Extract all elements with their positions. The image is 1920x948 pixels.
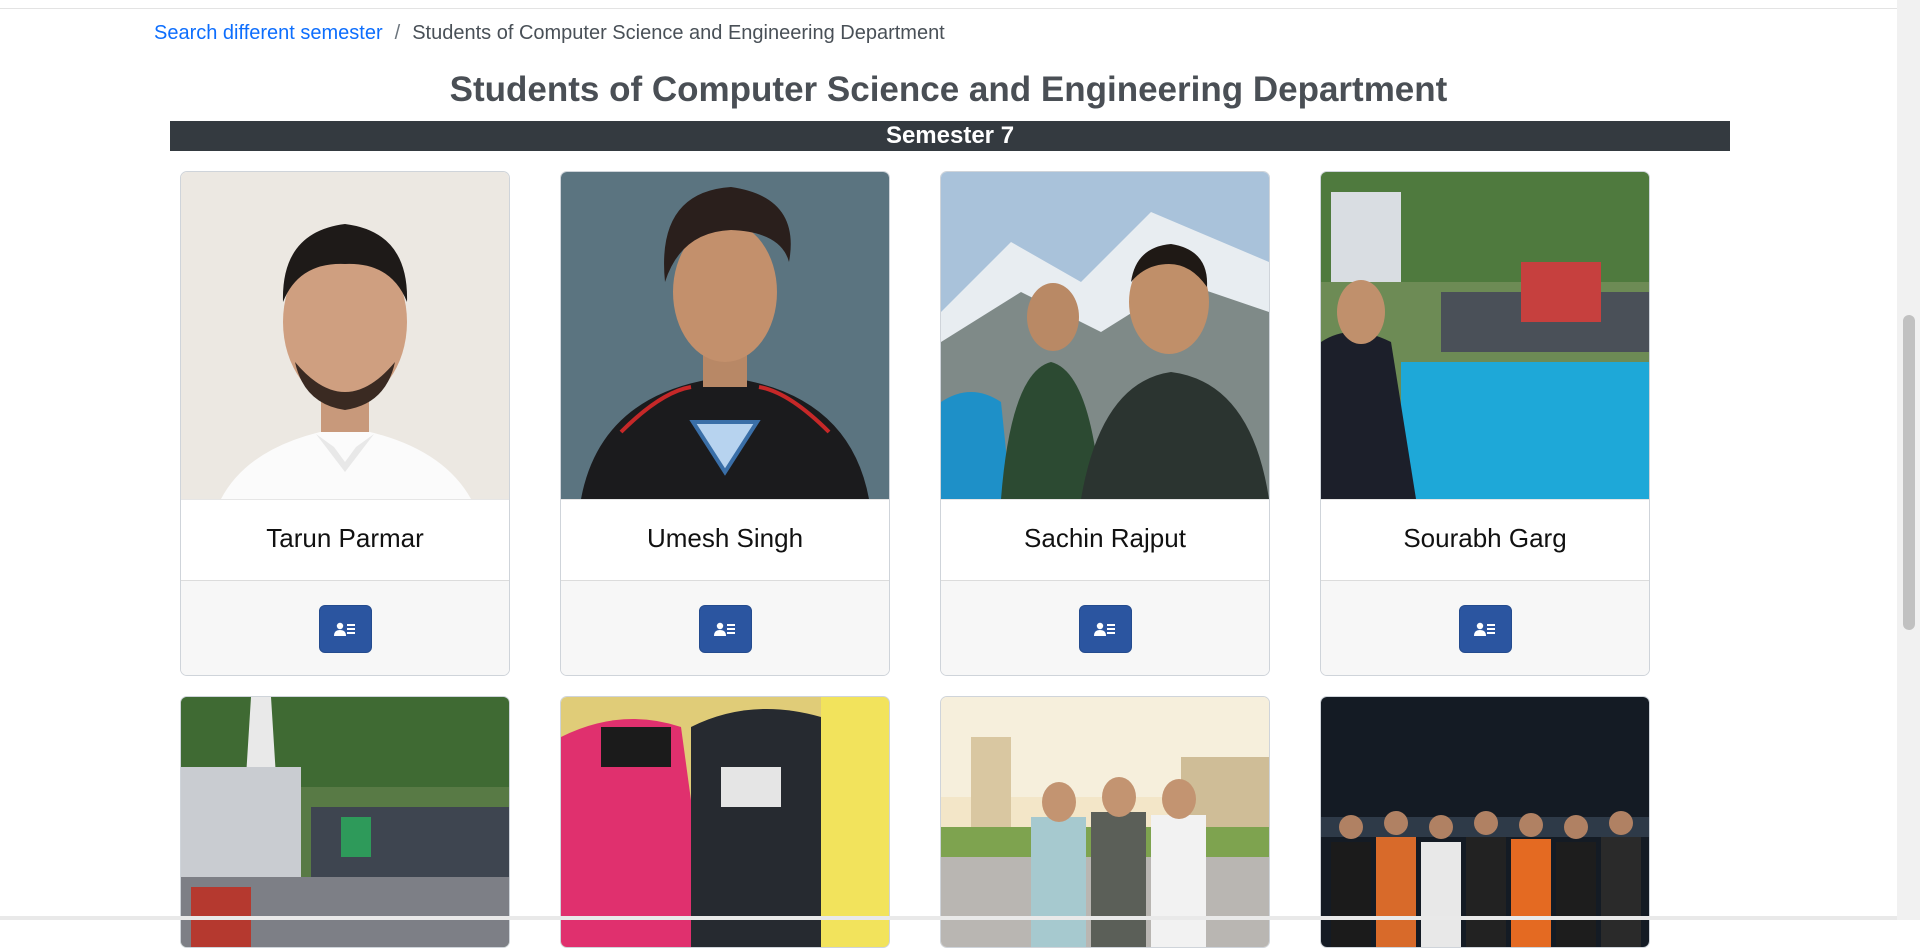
student-card — [940, 696, 1270, 948]
bottom-edge — [0, 916, 1897, 920]
breadcrumb-link-search-semester[interactable]: Search different semester — [154, 22, 383, 45]
view-profile-button[interactable] — [318, 604, 372, 653]
student-card — [180, 696, 510, 948]
student-card — [560, 696, 890, 948]
profile-card-icon — [714, 622, 735, 636]
student-name: Tarun Parmar — [181, 499, 509, 581]
student-card: Tarun Parmar — [180, 171, 510, 676]
view-profile-button[interactable] — [1458, 604, 1512, 653]
student-name: Sachin Rajput — [941, 499, 1269, 581]
student-name: Sourabh Garg — [1321, 499, 1649, 581]
page-title: Students of Computer Science and Enginee… — [449, 70, 1448, 109]
student-photo — [181, 172, 509, 499]
student-photo — [561, 172, 889, 499]
student-name: Umesh Singh — [561, 499, 889, 581]
profile-card-icon — [1094, 622, 1115, 636]
card-footer — [941, 581, 1269, 675]
student-card — [1320, 696, 1650, 948]
student-card: Sourabh Garg — [1320, 171, 1650, 676]
view-profile-button[interactable] — [698, 604, 752, 653]
breadcrumb-separator: / — [394, 22, 401, 44]
student-photo — [181, 697, 509, 947]
view-profile-button[interactable] — [1078, 604, 1132, 653]
profile-card-icon — [334, 622, 355, 636]
card-footer — [181, 581, 509, 675]
card-footer — [1321, 581, 1649, 675]
breadcrumb-current: Students of Computer Science and Enginee… — [412, 22, 945, 44]
student-card: Umesh Singh — [560, 171, 890, 676]
vertical-scrollbar[interactable] — [1897, 0, 1920, 920]
profile-card-icon — [1474, 622, 1495, 636]
breadcrumb: Search different semester / Students of … — [154, 22, 945, 45]
card-footer — [561, 581, 889, 675]
top-divider — [0, 8, 1897, 9]
student-photo — [941, 172, 1269, 499]
student-card: Sachin Rajput — [940, 171, 1270, 676]
student-photo — [561, 697, 889, 947]
student-photo — [1321, 172, 1649, 499]
student-photo — [941, 697, 1269, 947]
semester-header: Semester 7 — [170, 121, 1730, 151]
scrollbar-thumb[interactable] — [1903, 315, 1915, 630]
student-photo — [1321, 697, 1649, 947]
